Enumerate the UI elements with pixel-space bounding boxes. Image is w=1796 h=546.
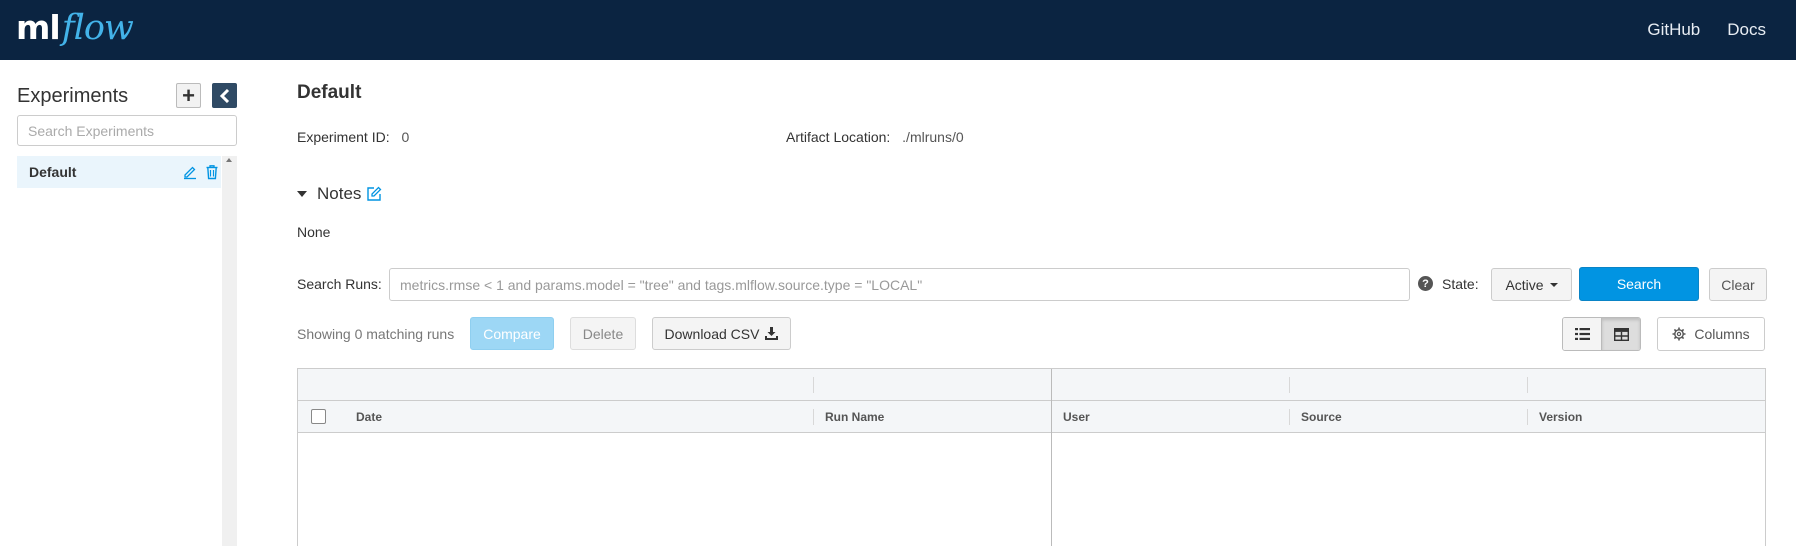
edit-notes-icon[interactable] [366, 186, 382, 202]
logo-ml-text: ml [16, 8, 61, 47]
table-body-divider [1051, 433, 1052, 546]
group-divider [1051, 369, 1052, 401]
mlflow-logo[interactable]: ml flow [16, 6, 134, 54]
list-view-button[interactable] [1563, 318, 1601, 350]
column-divider [813, 409, 814, 425]
download-icon [765, 327, 779, 340]
trash-icon[interactable] [204, 164, 220, 180]
collapse-sidebar-button[interactable] [212, 83, 237, 108]
matching-runs-count: Showing 0 matching runs [297, 326, 455, 342]
edit-icon[interactable] [182, 164, 198, 180]
runs-table: Date Run Name User Source Version [297, 368, 1766, 546]
experiment-item-label: Default [29, 164, 77, 180]
compare-button[interactable]: Compare [470, 317, 554, 350]
experiment-id-label: Experiment ID: [297, 129, 390, 145]
experiment-title: Default [297, 82, 362, 103]
column-divider [1051, 401, 1052, 433]
column-header-version[interactable]: Version [1539, 410, 1582, 424]
table-header-row: Date Run Name User Source Version [298, 401, 1765, 433]
docs-link[interactable]: Docs [1727, 20, 1766, 40]
column-header-user[interactable]: User [1063, 410, 1090, 424]
caret-down-icon [1549, 282, 1558, 287]
artifact-location-label: Artifact Location: [786, 129, 891, 145]
nav-links: GitHub Docs [1647, 0, 1766, 60]
group-divider [1289, 377, 1290, 393]
column-divider [1289, 409, 1290, 425]
experiment-id: Experiment ID: 0 [297, 129, 409, 145]
download-csv-label: Download CSV [664, 325, 760, 342]
question-circle-icon[interactable]: ? [1418, 276, 1433, 291]
columns-label: Columns [1694, 326, 1750, 342]
search-runs-input[interactable] [389, 268, 1410, 301]
table-group-header-row [298, 369, 1765, 401]
artifact-location-value: ./mlruns/0 [902, 129, 964, 145]
add-experiment-button[interactable]: + [176, 83, 201, 108]
experiment-list: Default [17, 156, 237, 546]
logo-flow-text: flow [61, 8, 134, 48]
top-navbar: ml flow GitHub Docs [0, 0, 1796, 60]
scroll-up-arrow-icon[interactable] [226, 158, 232, 162]
sidebar-scrollbar[interactable] [222, 156, 237, 546]
delete-button[interactable]: Delete [570, 317, 636, 350]
github-link[interactable]: GitHub [1647, 20, 1700, 40]
experiments-sidebar: Experiments + Default [0, 60, 250, 546]
download-csv-button[interactable]: Download CSV [652, 317, 791, 350]
search-button[interactable]: Search [1579, 267, 1699, 301]
column-header-run-name[interactable]: Run Name [825, 410, 884, 424]
experiment-id-value: 0 [401, 129, 410, 145]
experiments-title: Experiments [17, 85, 129, 107]
experiment-item-default[interactable]: Default [17, 156, 221, 188]
plus-icon: + [182, 82, 195, 108]
gear-icon [1672, 327, 1686, 341]
state-value: Active [1505, 276, 1544, 293]
column-header-date[interactable]: Date [356, 410, 382, 424]
search-runs-label: Search Runs: [297, 276, 382, 292]
state-label: State: [1442, 276, 1479, 292]
state-dropdown[interactable]: Active [1491, 268, 1572, 301]
notes-content: None [297, 224, 331, 240]
list-icon [1574, 328, 1590, 340]
artifact-location: Artifact Location: ./mlruns/0 [786, 129, 964, 145]
caret-down-icon [297, 191, 307, 197]
notes-toggle[interactable]: Notes [297, 184, 382, 204]
chevron-left-icon [219, 88, 229, 103]
view-mode-toggle [1562, 317, 1641, 351]
select-all-checkbox[interactable] [311, 409, 326, 424]
column-divider [1527, 409, 1528, 425]
group-divider [813, 377, 814, 393]
table-view-button[interactable] [1601, 318, 1640, 350]
columns-button[interactable]: Columns [1657, 317, 1765, 351]
notes-label: Notes [317, 184, 362, 203]
table-icon [1613, 327, 1629, 341]
clear-button[interactable]: Clear [1709, 268, 1767, 301]
search-experiments-input[interactable] [17, 115, 237, 146]
group-divider [1527, 377, 1528, 393]
column-header-source[interactable]: Source [1301, 410, 1342, 424]
